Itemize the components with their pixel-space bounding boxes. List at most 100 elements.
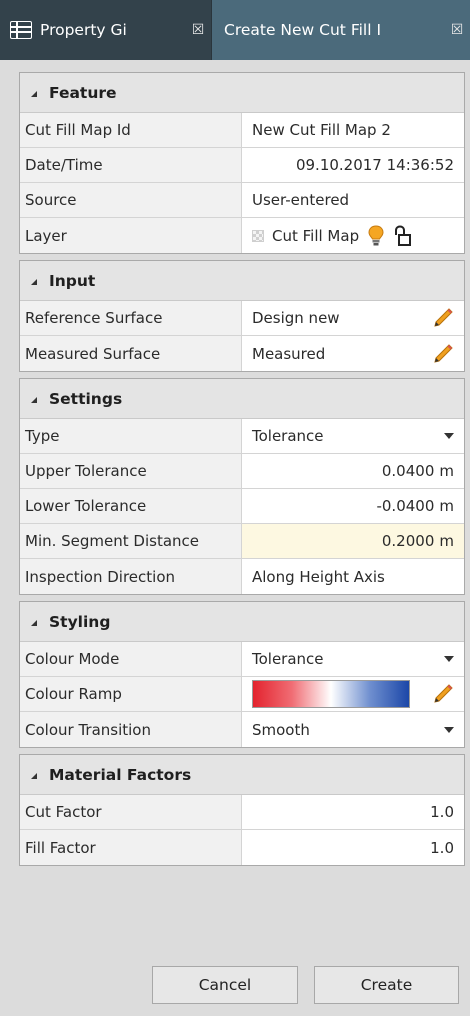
type-dropdown[interactable]: Tolerance [242, 419, 464, 453]
unlock-icon[interactable] [393, 224, 412, 247]
colour-mode-selected-value: Tolerance [252, 650, 324, 668]
row-lower-tolerance: Lower Tolerance -0.0400 m [20, 489, 464, 524]
tab-label: Property Gi [40, 21, 127, 39]
close-icon[interactable]: ☒ [444, 22, 470, 38]
fill-factor-field[interactable]: 1.0 [242, 830, 464, 865]
section-title: Material Factors [49, 765, 192, 784]
row-date-time: Date/Time 09.10.2017 14:36:52 [20, 148, 464, 183]
pencil-icon[interactable] [432, 307, 454, 329]
row-label: Type [20, 419, 242, 453]
row-label: Colour Transition [20, 712, 242, 747]
row-colour-mode: Colour Mode Tolerance [20, 642, 464, 677]
section-settings: Settings Type Tolerance Upper Tolerance … [19, 378, 465, 595]
property-panel: Feature Cut Fill Map Id New Cut Fill Map… [19, 72, 465, 872]
colour-transition-selected-value: Smooth [252, 720, 310, 739]
row-label: Fill Factor [20, 830, 242, 865]
cut-factor-field[interactable]: 1.0 [242, 795, 464, 829]
reference-surface-value[interactable]: Design new [242, 301, 464, 335]
row-label: Measured Surface [20, 336, 242, 371]
date-time-value: 09.10.2017 14:36:52 [295, 156, 454, 174]
dialog-buttons: Cancel Create [0, 966, 470, 1016]
type-selected-value: Tolerance [252, 427, 324, 445]
row-label: Upper Tolerance [20, 454, 242, 488]
row-measured-surface: Measured Surface Measured [20, 336, 464, 371]
row-label: Inspection Direction [20, 559, 242, 594]
row-source: Source User-entered [20, 183, 464, 218]
section-material-factors: Material Factors Cut Factor 1.0 Fill Fac… [19, 754, 465, 866]
section-styling: Styling Colour Mode Tolerance Colour Ram… [19, 601, 465, 748]
layer-value[interactable]: Cut Fill Map [242, 218, 464, 253]
tab-label: Create New Cut Fill I [224, 21, 382, 39]
min-segment-distance-field[interactable]: 0.2000 m [242, 524, 464, 558]
row-label: Min. Segment Distance [20, 524, 242, 558]
row-label: Reference Surface [20, 301, 242, 335]
section-title: Styling [49, 612, 111, 631]
layer-name: Cut Fill Map [272, 226, 360, 245]
section-title: Feature [49, 83, 117, 102]
row-fill-factor: Fill Factor 1.0 [20, 830, 464, 865]
cut-fill-map-id-field[interactable]: New Cut Fill Map 2 [242, 113, 464, 147]
unit-label: m [439, 462, 454, 480]
upper-tolerance-field[interactable]: 0.0400 m [242, 454, 464, 488]
pencil-icon[interactable] [432, 683, 454, 705]
row-min-segment-distance: Min. Segment Distance 0.2000 m [20, 524, 464, 559]
unit-label: m [439, 497, 454, 515]
layer-color-icon [252, 229, 264, 242]
row-label: Colour Ramp [20, 677, 242, 711]
colour-ramp-value[interactable] [242, 677, 464, 711]
lightbulb-icon[interactable] [367, 224, 385, 247]
section-input: Input Reference Surface Design new Measu… [19, 260, 465, 372]
row-inspection-direction: Inspection Direction Along Height Axis [20, 559, 464, 594]
section-title: Settings [49, 389, 123, 408]
section-feature: Feature Cut Fill Map Id New Cut Fill Map… [19, 72, 465, 254]
row-label: Cut Fill Map Id [20, 113, 242, 147]
colour-transition-dropdown[interactable]: Smooth [242, 712, 464, 747]
chevron-down-icon[interactable] [444, 726, 454, 733]
row-type: Type Tolerance [20, 419, 464, 454]
tab-create-cut-fill[interactable]: Create New Cut Fill I ☒ [212, 0, 470, 60]
row-label: Lower Tolerance [20, 489, 242, 523]
chevron-down-icon[interactable] [444, 656, 454, 662]
collapse-icon[interactable] [31, 619, 37, 626]
grid-icon [10, 21, 32, 39]
inspection-direction-value[interactable]: Along Height Axis [242, 559, 464, 594]
row-label: Colour Mode [20, 642, 242, 676]
section-header-settings[interactable]: Settings [20, 379, 464, 419]
row-upper-tolerance: Upper Tolerance 0.0400 m [20, 454, 464, 489]
measured-surface-value[interactable]: Measured [242, 336, 464, 371]
collapse-icon[interactable] [31, 396, 37, 403]
row-cut-fill-map-id: Cut Fill Map Id New Cut Fill Map 2 [20, 113, 464, 148]
tab-property-grid[interactable]: Property Gi ☒ [0, 0, 212, 60]
section-header-input[interactable]: Input [20, 261, 464, 301]
min-segment-distance-value: 0.2000 [381, 532, 435, 550]
lower-tolerance-value: -0.0400 [376, 497, 435, 515]
close-icon[interactable]: ☒ [185, 22, 211, 38]
reference-surface-text: Design new [252, 309, 340, 327]
collapse-icon[interactable] [31, 772, 37, 779]
row-reference-surface: Reference Surface Design new [20, 301, 464, 336]
pencil-icon[interactable] [432, 343, 454, 365]
colour-mode-dropdown[interactable]: Tolerance [242, 642, 464, 676]
upper-tolerance-value: 0.0400 [381, 462, 435, 480]
chevron-down-icon[interactable] [444, 433, 454, 439]
row-colour-ramp: Colour Ramp [20, 677, 464, 712]
section-header-feature[interactable]: Feature [20, 73, 464, 113]
row-label: Cut Factor [20, 795, 242, 829]
unit-label: m [439, 532, 454, 550]
section-header-styling[interactable]: Styling [20, 602, 464, 642]
section-title: Input [49, 271, 96, 290]
cancel-button[interactable]: Cancel [152, 966, 298, 1004]
row-layer: Layer Cut Fill Map [20, 218, 464, 253]
collapse-icon[interactable] [31, 90, 37, 97]
section-header-material-factors[interactable]: Material Factors [20, 755, 464, 795]
source-value: User-entered [252, 191, 350, 209]
collapse-icon[interactable] [31, 278, 37, 285]
lower-tolerance-field[interactable]: -0.0400 m [242, 489, 464, 523]
create-button[interactable]: Create [314, 966, 459, 1004]
measured-surface-text: Measured [252, 344, 326, 363]
row-cut-factor: Cut Factor 1.0 [20, 795, 464, 830]
colour-ramp-swatch[interactable] [252, 680, 410, 708]
row-colour-transition: Colour Transition Smooth [20, 712, 464, 747]
row-label: Layer [20, 218, 242, 253]
row-label: Source [20, 183, 242, 217]
